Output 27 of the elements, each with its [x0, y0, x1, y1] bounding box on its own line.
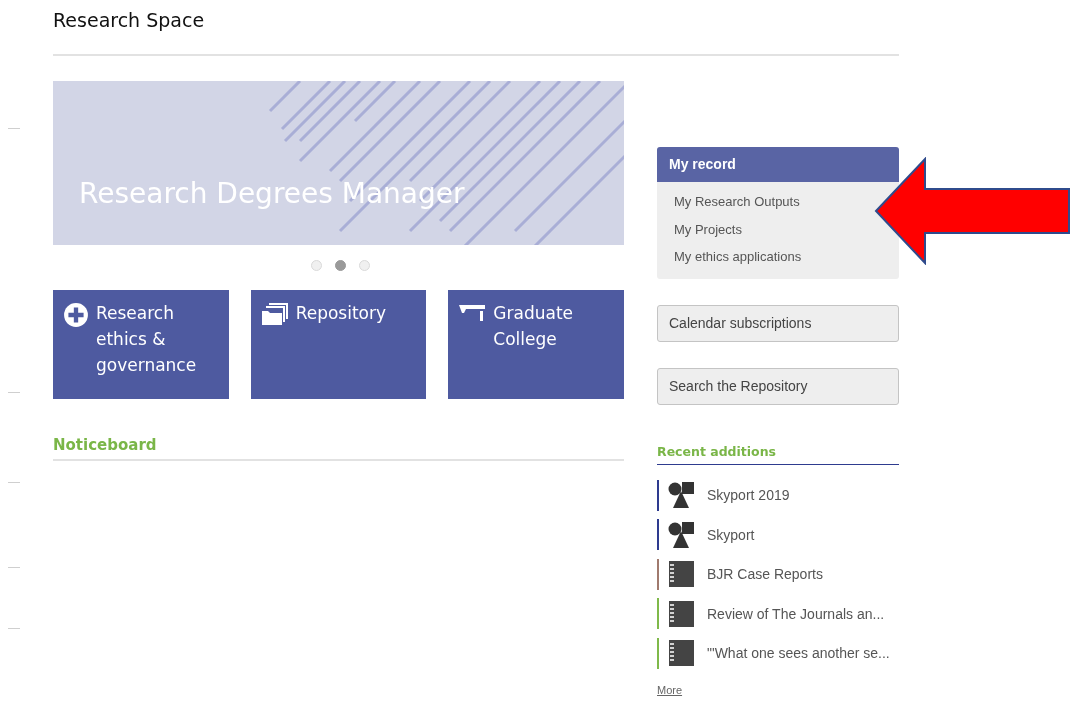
item-link[interactable]: Review of The Journals an... — [707, 605, 885, 622]
panel-title: My record — [657, 147, 899, 182]
notebook-icon — [667, 639, 695, 667]
folders-icon — [260, 302, 289, 326]
item-link[interactable]: Skyport — [707, 526, 755, 543]
plus-circle-icon — [63, 302, 89, 328]
shapes-icon — [667, 520, 695, 549]
item-link[interactable]: BJR Case Reports — [707, 566, 823, 582]
section-heading: Noticeboard — [53, 436, 158, 454]
sidebar-button[interactable]: Search the Repository — [657, 367, 899, 405]
section-heading: Recent additions — [657, 443, 899, 465]
record-link[interactable]: My ethics applications — [674, 243, 802, 271]
item-link[interactable]: Skyport 2019 — [707, 487, 790, 503]
item-link[interactable]: "'What one sees another se... — [707, 645, 890, 661]
page-title: Research Space — [53, 8, 206, 33]
sidebar-button[interactable]: Calendar subscriptions — [657, 304, 899, 342]
record-link[interactable]: My Projects — [674, 215, 742, 243]
notebook-icon — [667, 560, 695, 588]
carousel-dot[interactable] — [335, 260, 346, 271]
tile-link[interactable]: Research ethics & governance — [53, 290, 229, 399]
more-link[interactable]: More — [657, 684, 683, 696]
shapes-icon — [667, 481, 695, 509]
notebook-icon — [667, 599, 695, 628]
graduation-cap-icon — [458, 302, 487, 322]
tile-link[interactable]: Graduate College — [448, 290, 624, 399]
record-link[interactable]: My Research Outputs — [674, 188, 800, 216]
tile-link[interactable]: Repository — [250, 290, 427, 399]
